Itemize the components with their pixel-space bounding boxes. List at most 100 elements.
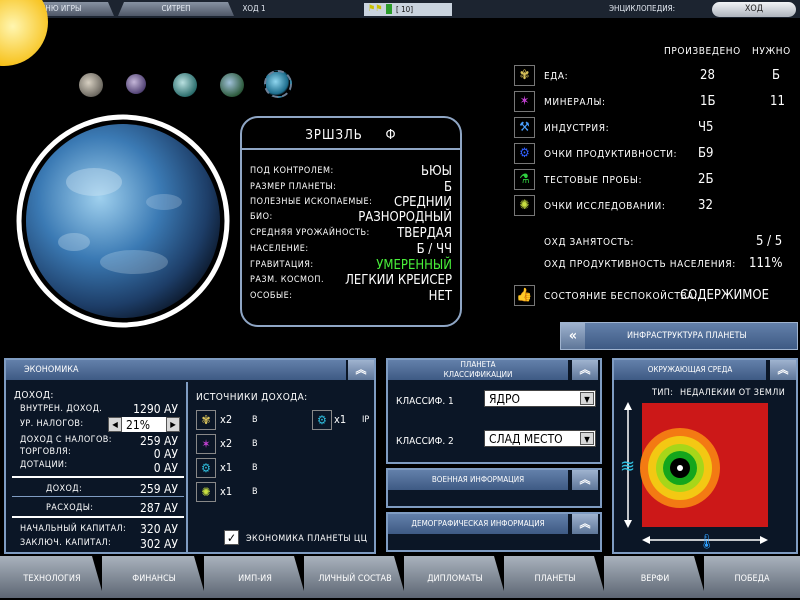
economy-panel: ЭКОНОМИКА ︽ ДОХОД: ВНУТРЕН. ДОХОД. 1290 … — [4, 358, 376, 554]
tab-empire[interactable]: ИМП-ИЯ — [204, 556, 306, 598]
unrest-label: СОСТОЯНИЕ БЕСПОКОЙСТВА: — [544, 291, 698, 302]
stats-value: [ 10] — [396, 5, 414, 14]
info-row-spaceport: РАЗМ. КОСМОП. ЛЕГКИИ КРЕИСЕР — [250, 273, 452, 288]
tax-decrease-button[interactable]: ◀ — [108, 417, 122, 432]
divider — [12, 496, 184, 497]
demographic-collapse-icon[interactable]: ︽ — [572, 514, 598, 534]
planet-thumb-2[interactable] — [126, 74, 146, 94]
tab-finances[interactable]: ФИНАНСЫ — [102, 556, 206, 598]
prod-row-food: ✾ ЕДА: 28 Б — [514, 65, 794, 87]
planet-info-box: ЗРШЗЛЬ Ф ПОД КОНТРОЛЕМ: ЬЮЫ РАЗМЕР ПЛАНЕТ… — [240, 116, 462, 327]
chevron-down-icon: ▼ — [580, 432, 594, 445]
tab-planets[interactable]: ПЛАНЕТЫ — [504, 556, 606, 598]
demographic-title: ДЕМОГРАФИЧЕСКАЯ ИНФОРМАЦИЯ — [388, 514, 568, 534]
planet-thumb-1[interactable] — [79, 73, 103, 97]
tab-personnel[interactable]: ЛИЧНЫЙ СОСТАВ — [304, 556, 406, 598]
tab-diplomacy[interactable]: ДИПЛОМАТЫ — [404, 556, 506, 598]
planet-class-symbol: Ф — [385, 128, 397, 143]
crystal-icon: ✶ — [514, 91, 535, 112]
crystal-icon: ✶ — [196, 434, 216, 454]
military-collapse-icon[interactable]: ︽ — [572, 470, 598, 490]
planet-view — [16, 114, 230, 328]
info-row-owner: ПОД КОНТРОЛЕМ: ЬЮЫ — [250, 164, 452, 179]
planet-title: ЗРШЗЛЬ Ф — [242, 122, 460, 150]
classification-collapse-icon[interactable]: ︽ — [572, 360, 598, 380]
turn-label: ХОД 1 — [242, 4, 266, 13]
prod-row-minerals: ✶ МИНЕРАЛЫ: 1Б 11 — [514, 91, 794, 113]
double-chevron-left-icon: « — [561, 323, 585, 349]
tab-victory[interactable]: ПОБЕДА — [704, 556, 800, 598]
planet-economy-checkbox[interactable]: ✓ — [224, 530, 239, 545]
water-icon: ≋ — [620, 456, 635, 477]
gear-icon: ⚙ — [312, 410, 332, 430]
tab-technology[interactable]: ТЕХНОЛОГИЯ — [0, 556, 104, 598]
income-section: ДОХОД: ВНУТРЕН. ДОХОД. 1290 АУ УР. НАЛОГ… — [8, 382, 188, 552]
env-type-value: НЕДАЛЕКИИ ОТ ЗЕМЛИ — [680, 388, 786, 398]
gear-icon: ⚙ — [196, 458, 216, 478]
environment-title: ОКРУЖАЮЩАЯ СРЕДА — [614, 360, 766, 380]
prod-row-tests: ⚗ ТЕСТОВЫЕ ПРОБЫ: 2Б — [514, 169, 794, 191]
pop-productivity-value: 111% — [749, 256, 783, 271]
jobs-label: ОХД ЗАНЯТОСТЬ: — [544, 237, 635, 248]
class2-select[interactable]: СЛАД МЕСТО ▼ — [484, 430, 596, 447]
classification-panel: ПЛАНЕТА КЛАССИФИКАЦИИ ︽ КЛАССИФ. 1 ЯДРО ▼… — [386, 358, 602, 464]
income-sources: ИСТОЧНИКИ ДОХОДА: ✾ x2 В ✶ x2 В ⚙ x1 В ✺… — [196, 392, 370, 545]
military-panel: ВОЕННАЯ ИНФОРМАЦИЯ ︽ — [386, 468, 602, 508]
info-row-gravity: ГРАВИТАЦИЯ: УМЕРЕННЫЙ — [250, 258, 452, 273]
prod-row-research: ✺ ОЧКИ ИССЛЕДОВАНИИ: 32 — [514, 195, 794, 217]
planet-thumb-4[interactable] — [220, 73, 244, 97]
sun-icon — [0, 0, 48, 66]
info-row-size: РАЗМЕР ПЛАНЕТЫ: Б — [250, 180, 452, 195]
class1-select[interactable]: ЯДРО ▼ — [484, 390, 596, 407]
col-needed-header: НУЖНО — [752, 46, 791, 57]
planet-thumb-selected[interactable] — [264, 70, 292, 98]
divider — [12, 476, 184, 478]
empire-logo-icon: ⚑⚑ — [368, 4, 383, 14]
hammer-icon: ⚒ — [514, 117, 535, 138]
habitability-chart: ≋ 🌡 — [620, 402, 768, 550]
info-row-minerals: ПОЛЕЗНЫЕ ИСКОПАЕМЫЕ: СРЕДНИИ — [250, 195, 452, 210]
planet-thumb-3[interactable] — [173, 73, 197, 97]
wheat-icon: ✾ — [196, 410, 216, 430]
classification-title: ПЛАНЕТА КЛАССИФИКАЦИИ — [388, 360, 568, 380]
jobs-value: 5 / 5 — [756, 234, 783, 249]
top-bar: МЕНЮ ИГРЫ СИТРЕП ХОД 1 ⚑⚑ [ 10] ЭНЦИКЛОП… — [0, 0, 800, 18]
env-type-label: ТИП: — [652, 388, 674, 398]
production-list: ✾ ЕДА: 28 Б ✶ МИНЕРАЛЫ: 1Б 11 ⚒ ИНДУСТРИ… — [514, 65, 794, 225]
military-title: ВОЕННАЯ ИНФОРМАЦИЯ — [388, 470, 568, 490]
chevron-down-icon: ▼ — [580, 392, 594, 405]
info-row-bio: БИО: РАЗНОРОДНЫЙ — [250, 210, 452, 225]
tax-rate-stepper[interactable]: ◀ 21% ▶ — [108, 417, 180, 432]
environment-panel: ОКРУЖАЮЩАЯ СРЕДА ︽ ТИП: НЕДАЛЕКИИ ОТ ЗЕМ… — [612, 358, 798, 554]
thermometer-icon: 🌡 — [698, 534, 716, 550]
col-produced-header: ПРОИЗВЕДЕНО — [664, 46, 741, 57]
stats-indicator: ⚑⚑ [ 10] — [364, 3, 452, 16]
economy-title: ЭКОНОМИКА — [6, 360, 346, 380]
flask-icon: ⚗ — [514, 169, 535, 190]
economy-divider — [186, 382, 188, 552]
info-row-yield: СРЕДНЯЯ УРОЖАЙНОСТЬ: ТВЕРДАЯ — [250, 226, 452, 241]
info-row-special: ОСОБЫЕ: НЕТ — [250, 289, 452, 304]
planet-screen: МЕНЮ ИГРЫ СИТРЕП ХОД 1 ⚑⚑ [ 10] ЭНЦИКЛОП… — [0, 0, 800, 600]
environment-collapse-icon[interactable]: ︽ — [770, 360, 796, 380]
infrastructure-button[interactable]: « ИНФРАСТРУКТУРА ПЛАНЕТЫ — [560, 322, 798, 350]
green-bar-icon — [386, 4, 392, 14]
tax-increase-button[interactable]: ▶ — [166, 417, 180, 432]
wheat-icon: ✾ — [514, 65, 535, 86]
demographic-panel: ДЕМОГРАФИЧЕСКАЯ ИНФОРМАЦИЯ ︽ — [386, 512, 602, 552]
info-row-population: НАСЕЛЕНИЕ: Б / ЧЧ — [250, 242, 452, 257]
pop-productivity-label: ОХД ПРОДУКТИВНОСТЬ НАСЕЛЕНИЯ: — [544, 259, 736, 270]
planet-economy-label: ЭКОНОМИКА ПЛАНЕТЫ ЦЦ — [246, 534, 368, 544]
planet-name: ЗРШЗЛЬ — [305, 128, 363, 143]
bulb-icon: ✺ — [514, 195, 535, 216]
planet-globe — [26, 124, 220, 318]
unrest-value: СОДЕРЖИМОЕ — [680, 288, 769, 303]
gear-icon: ⚙ — [514, 143, 535, 164]
planet-marker — [677, 465, 683, 471]
thumbs-up-icon: 👍 — [514, 285, 535, 306]
economy-collapse-icon[interactable]: ︽ — [348, 360, 374, 380]
encyclopedia-button[interactable]: ЭНЦИКЛОПЕДИЯ: — [576, 2, 708, 16]
end-turn-button[interactable]: ХОД — [712, 2, 796, 17]
prod-row-productivity: ⚙ ОЧКИ ПРОДУКТИВНОСТИ: Б9 — [514, 143, 794, 165]
tab-shipyards[interactable]: ВЕРФИ — [604, 556, 706, 598]
